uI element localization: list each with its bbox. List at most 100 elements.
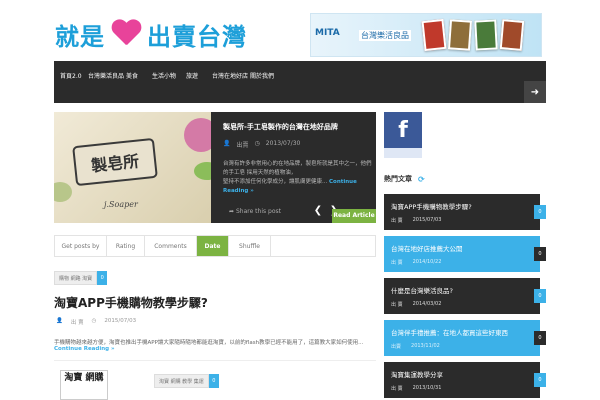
- post-meta: 👤 出 賣 ◷ 2015/07/03: [56, 318, 136, 326]
- logo-text-right: 出賣台灣: [147, 22, 247, 51]
- popular-post-title[interactable]: 什麼是台灣樂活良品?: [391, 285, 453, 295]
- chevron-left-icon: ❮: [313, 205, 323, 216]
- popular-post-item[interactable]: 什麼是台灣樂活良品? 出 賣 2014/03/02 0: [384, 278, 546, 314]
- tab-comments[interactable]: Comments: [145, 236, 197, 256]
- slider-excerpt-text-2: 堅持不添加任何化學成分，讓肌膚更健康...: [223, 179, 328, 185]
- post-author[interactable]: 出 賣: [71, 318, 84, 326]
- popular-post-item[interactable]: 台灣伴手禮推薦：在地人都買這些好東西 出賣 2013/11/02 0: [384, 320, 546, 356]
- tab-rating[interactable]: Rating: [107, 236, 145, 256]
- popular-post-author[interactable]: 出賣: [391, 343, 401, 350]
- post-tags: 購物 網路 淘寶 0: [54, 271, 108, 285]
- heart-icon: [111, 20, 141, 48]
- popular-post-author[interactable]: 出 賣: [391, 385, 403, 392]
- nav-item-travel[interactable]: 旅遊: [186, 71, 198, 80]
- slider-image[interactable]: 製皂所 j.Soaper: [54, 112, 211, 223]
- author-icon: 👤: [223, 140, 231, 147]
- popular-post-title[interactable]: 台灣伴手禮推薦：在地人都買這些好東西: [391, 327, 508, 337]
- post-excerpt: 手機購物越來越方便，淘寶也推出手機APP讓大家隨時隨地都能逛淘寶，以前的flas…: [54, 338, 376, 352]
- leaf-decoration: [194, 162, 211, 180]
- comment-count-badge[interactable]: 0: [534, 373, 546, 387]
- popular-post-meta: 出 賣 2013/10/31: [391, 385, 441, 392]
- popular-post-item[interactable]: 淘寶APP手機購物教學步驟? 出 賣 2015/07/03 0: [384, 194, 546, 230]
- page: 就是 出賣台灣 MITA 台灣樂活良品 首頁2.0 台灣樂活良品 美食 生活小物…: [0, 0, 600, 400]
- clock-icon: ◷: [91, 318, 97, 324]
- popular-post-meta: 出 賣 2015/07/03: [391, 217, 441, 224]
- facebook-widget[interactable]: f: [384, 112, 422, 158]
- flower-decoration: [184, 118, 211, 152]
- slider-date: 2013/07/30: [265, 140, 301, 147]
- popular-post-title[interactable]: 台灣在地好店推薦大公開: [391, 243, 463, 253]
- popular-posts-heading: 熱門文章 ⟳: [384, 174, 425, 184]
- comment-count-badge[interactable]: 0: [534, 205, 546, 219]
- popular-post-meta: 出賣 2013/11/02: [391, 343, 440, 350]
- post-title[interactable]: 淘寶APP手機購物教學步驟?: [54, 294, 208, 311]
- slider-prev-button[interactable]: ❮: [311, 204, 325, 218]
- comment-count-badge[interactable]: 0: [534, 331, 546, 345]
- popular-post-item[interactable]: 台灣在地好店推薦大公開 出 賣 2014/10/22 0: [384, 236, 546, 272]
- comment-count-badge[interactable]: 0: [97, 271, 108, 285]
- slider-excerpt-text: 台灣有許多非常用心的在地品牌，製皂所就是其中之一，他們的手工皂 採用天然的植物油…: [223, 161, 372, 176]
- slider-title[interactable]: 製皂所-手工皂製作的台灣在地好品牌: [223, 122, 338, 132]
- nav-item-food[interactable]: 美食: [126, 71, 138, 80]
- facebook-icon: f: [384, 112, 422, 148]
- nav-item-shops[interactable]: 台灣在地好店: [212, 71, 248, 80]
- popular-post-date: 2015/07/03: [412, 217, 442, 223]
- slider-excerpt: 台灣有許多非常用心的在地品牌，製皂所就是其中之一，他們的手工皂 採用天然的植物油…: [223, 160, 373, 196]
- leaf-decoration: [54, 182, 72, 202]
- banner-photo: [447, 19, 473, 51]
- popular-post-author[interactable]: 出 賣: [391, 259, 403, 266]
- popular-post-meta: 出 賣 2014/03/02: [391, 301, 441, 308]
- tab-date[interactable]: Date: [197, 236, 229, 256]
- nav-item-lohas[interactable]: 台灣樂活良品: [88, 71, 124, 80]
- popular-posts-title: 熱門文章: [384, 175, 412, 183]
- slider-meta: 👤 出賣 ◷ 2013/07/30: [223, 140, 300, 149]
- nav-item-life[interactable]: 生活小物: [152, 71, 176, 80]
- post-tag[interactable]: 購物 網路 淘寶: [54, 271, 98, 285]
- post-date: 2015/07/03: [104, 318, 137, 324]
- nav-item-about[interactable]: 關於我們: [250, 71, 274, 80]
- popular-post-title[interactable]: 淘寶集運教學分享: [391, 369, 443, 379]
- site-logo[interactable]: 就是 出賣台灣: [55, 14, 247, 54]
- soap-brand-sub: j.Soaper: [104, 200, 138, 209]
- banner-text: 台灣樂活良品: [359, 30, 411, 41]
- share-button[interactable]: ➦ Share this post: [229, 208, 281, 215]
- refresh-icon[interactable]: ⟳: [418, 175, 425, 184]
- nav-item-home[interactable]: 首頁2.0: [60, 71, 82, 80]
- slider-panel: 製皂所-手工皂製作的台灣在地好品牌 👤 出賣 ◷ 2013/07/30 台灣有許…: [211, 112, 376, 223]
- banner-photo: [474, 19, 498, 51]
- logo-text-left: 就是: [55, 22, 105, 51]
- share-icon: ➦: [229, 208, 235, 215]
- user-login-icon: ➜: [530, 86, 540, 98]
- clock-icon: ◷: [254, 140, 260, 147]
- comment-count-badge[interactable]: 0: [534, 289, 546, 303]
- popular-post-author[interactable]: 出 賣: [391, 217, 403, 224]
- tab-label-get-posts: Get posts by: [55, 236, 107, 256]
- popular-post-date: 2013/11/02: [411, 343, 440, 349]
- continue-reading-link[interactable]: Continue Reading »: [54, 346, 115, 352]
- read-article-button[interactable]: Read Article: [332, 209, 376, 223]
- comment-count-badge[interactable]: 0: [534, 247, 546, 261]
- comment-count-badge[interactable]: 0: [208, 374, 219, 388]
- popular-post-date: 2014/03/02: [412, 301, 442, 307]
- soap-brand-label: 製皂所: [72, 137, 158, 187]
- popular-post-item[interactable]: 淘寶集運教學分享 出 賣 2013/10/31 0: [384, 362, 546, 398]
- tab-shuffle[interactable]: Shuffle: [229, 236, 271, 256]
- banner-brand: MITA: [315, 28, 340, 38]
- slider-author[interactable]: 出賣: [236, 140, 248, 149]
- main-nav: 首頁2.0 台灣樂活良品 美食 生活小物 旅遊 台灣在地好店 關於我們 ➜: [54, 61, 546, 103]
- author-icon: 👤: [56, 318, 63, 324]
- share-label: Share this post: [235, 208, 281, 215]
- login-button[interactable]: ➜: [524, 81, 546, 103]
- post-filter-tabs: Get posts by Rating Comments Date Shuffl…: [54, 235, 376, 257]
- post-thumbnail[interactable]: 淘寶 網購: [60, 370, 108, 400]
- popular-post-meta: 出 賣 2014/10/22: [391, 259, 441, 266]
- popular-post-author[interactable]: 出 賣: [391, 301, 403, 308]
- banner-photo: [499, 19, 525, 51]
- popular-post-date: 2013/10/31: [412, 385, 442, 391]
- post-tag[interactable]: 淘寶 網購 教學 集運: [154, 374, 209, 388]
- post-tags: 淘寶 網購 教學 集運 0: [154, 374, 219, 388]
- header-banner-ad[interactable]: MITA 台灣樂活良品: [310, 13, 542, 57]
- popular-post-date: 2014/10/22: [412, 259, 442, 265]
- banner-photo: [421, 18, 447, 52]
- popular-post-title[interactable]: 淘寶APP手機購物教學步驟?: [391, 201, 472, 211]
